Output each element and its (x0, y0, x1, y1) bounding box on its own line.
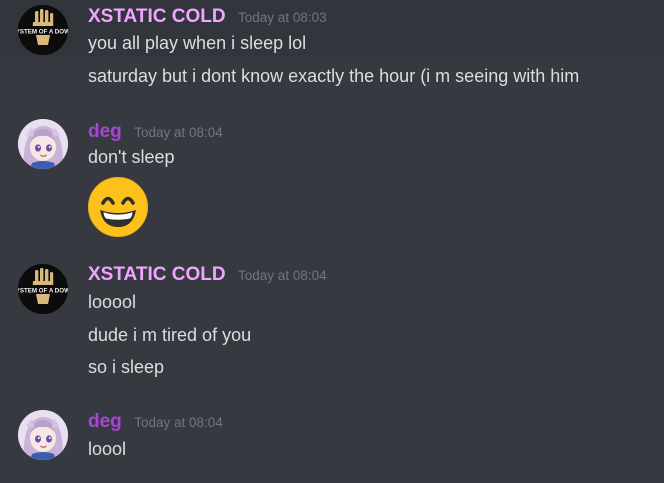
soad-hand-icon: SYSTEM OF A DOWN (18, 264, 68, 314)
timestamp[interactable]: Today at 08:04 (134, 415, 223, 430)
anime-girl-avatar-icon (18, 119, 68, 169)
username[interactable]: XSTATIC COLD (88, 6, 226, 28)
message-text: you all play when i sleep lol (88, 33, 307, 53)
username[interactable]: XSTATIC COLD (88, 264, 226, 286)
message-group-2: deg Today at 08:04 don't sleep (0, 118, 664, 243)
avatar[interactable]: SYSTEM OF A DOWN (18, 264, 68, 314)
message-header: deg Today at 08:04 (88, 121, 223, 145)
message-group-1: SYSTEM OF A DOWN XSTATIC COLD Today at 0… (0, 0, 664, 90)
soad-hand-icon: SYSTEM OF A DOWN (18, 5, 68, 55)
message-text: saturday but i dont know exactly the hou… (88, 66, 580, 86)
message-text: loool (88, 439, 127, 459)
avatar[interactable] (18, 119, 68, 169)
username[interactable]: deg (88, 411, 122, 433)
message-header: XSTATIC COLD Today at 08:04 (88, 264, 327, 288)
svg-text:SYSTEM OF A DOWN: SYSTEM OF A DOWN (18, 29, 68, 36)
avatar[interactable] (18, 410, 68, 460)
message-header: deg Today at 08:04 (88, 411, 223, 435)
timestamp[interactable]: Today at 08:03 (238, 10, 327, 25)
anime-girl-avatar-icon (18, 410, 68, 460)
message-text: so i sleep (88, 357, 165, 377)
message-header: XSTATIC COLD Today at 08:03 (88, 6, 327, 30)
chat-messages: SYSTEM OF A DOWN XSTATIC COLD Today at 0… (0, 0, 664, 483)
timestamp[interactable]: Today at 08:04 (238, 268, 327, 283)
message-group-3: SYSTEM OF A DOWN XSTATIC COLD Today at 0… (0, 262, 664, 382)
avatar[interactable]: SYSTEM OF A DOWN (18, 5, 68, 55)
message-text: don't sleep (88, 147, 175, 167)
message-text: dude i m tired of you (88, 325, 252, 345)
message-text: looool (88, 292, 137, 312)
timestamp[interactable]: Today at 08:04 (134, 125, 223, 140)
message-group-4: deg Today at 08:04 loool (0, 408, 664, 478)
grinning-face-with-smiling-eyes-icon[interactable] (87, 176, 149, 238)
username[interactable]: deg (88, 121, 122, 143)
svg-text:SYSTEM OF A DOWN: SYSTEM OF A DOWN (18, 288, 68, 295)
